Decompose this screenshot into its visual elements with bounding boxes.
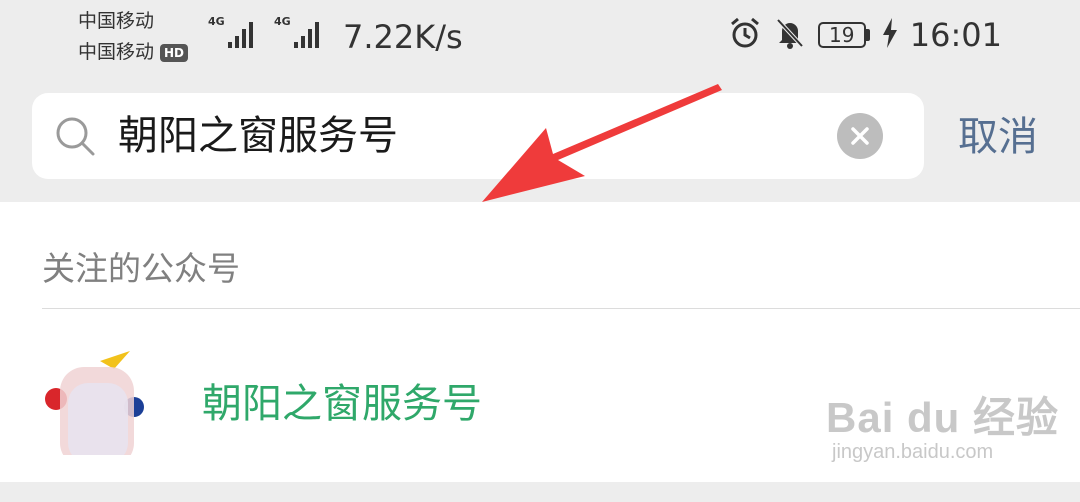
close-icon (851, 127, 869, 145)
clock: 16:01 (909, 16, 1002, 54)
signal-icon-1: 4G (208, 16, 260, 50)
watermark: Bai du 经验 jingyan.baidu.com (826, 384, 1059, 464)
signal-icon-2: 4G (274, 16, 326, 50)
bell-off-icon (774, 16, 806, 54)
section-header-followed-accounts: 关注的公众号 (42, 249, 240, 288)
search-bar-row: 朝阳之窗服务号 取消 (0, 82, 1080, 200)
carrier-2: 中国移动 (78, 41, 155, 63)
battery-level: 19 (817, 22, 866, 48)
cancel-button[interactable]: 取消 (958, 112, 1038, 162)
clear-search-button[interactable] (837, 113, 883, 159)
account-avatar (42, 347, 150, 467)
alarm-icon (728, 16, 762, 54)
status-bar: 中国移动 中国移动 HD 4G 4G 7.22K/s 19 16:01 (0, 0, 1080, 82)
watermark-brand: Bai du 经验 (826, 394, 1060, 441)
network-speed: 7.22K/s (343, 18, 463, 56)
search-icon (52, 113, 98, 163)
hd-badge: HD (160, 43, 189, 62)
result-title: 朝阳之窗服务号 (202, 381, 482, 427)
status-right-group: 19 16:01 (728, 16, 1002, 54)
carrier-1: 中国移动 (78, 10, 155, 32)
signal-indicators: 4G 4G (208, 16, 326, 50)
battery-icon: 19 (817, 22, 870, 48)
search-box[interactable]: 朝阳之窗服务号 (32, 93, 924, 179)
charging-icon (882, 18, 898, 52)
search-input[interactable]: 朝阳之窗服务号 (118, 93, 398, 179)
carrier-info: 中国移动 中国移动 HD (78, 6, 189, 68)
